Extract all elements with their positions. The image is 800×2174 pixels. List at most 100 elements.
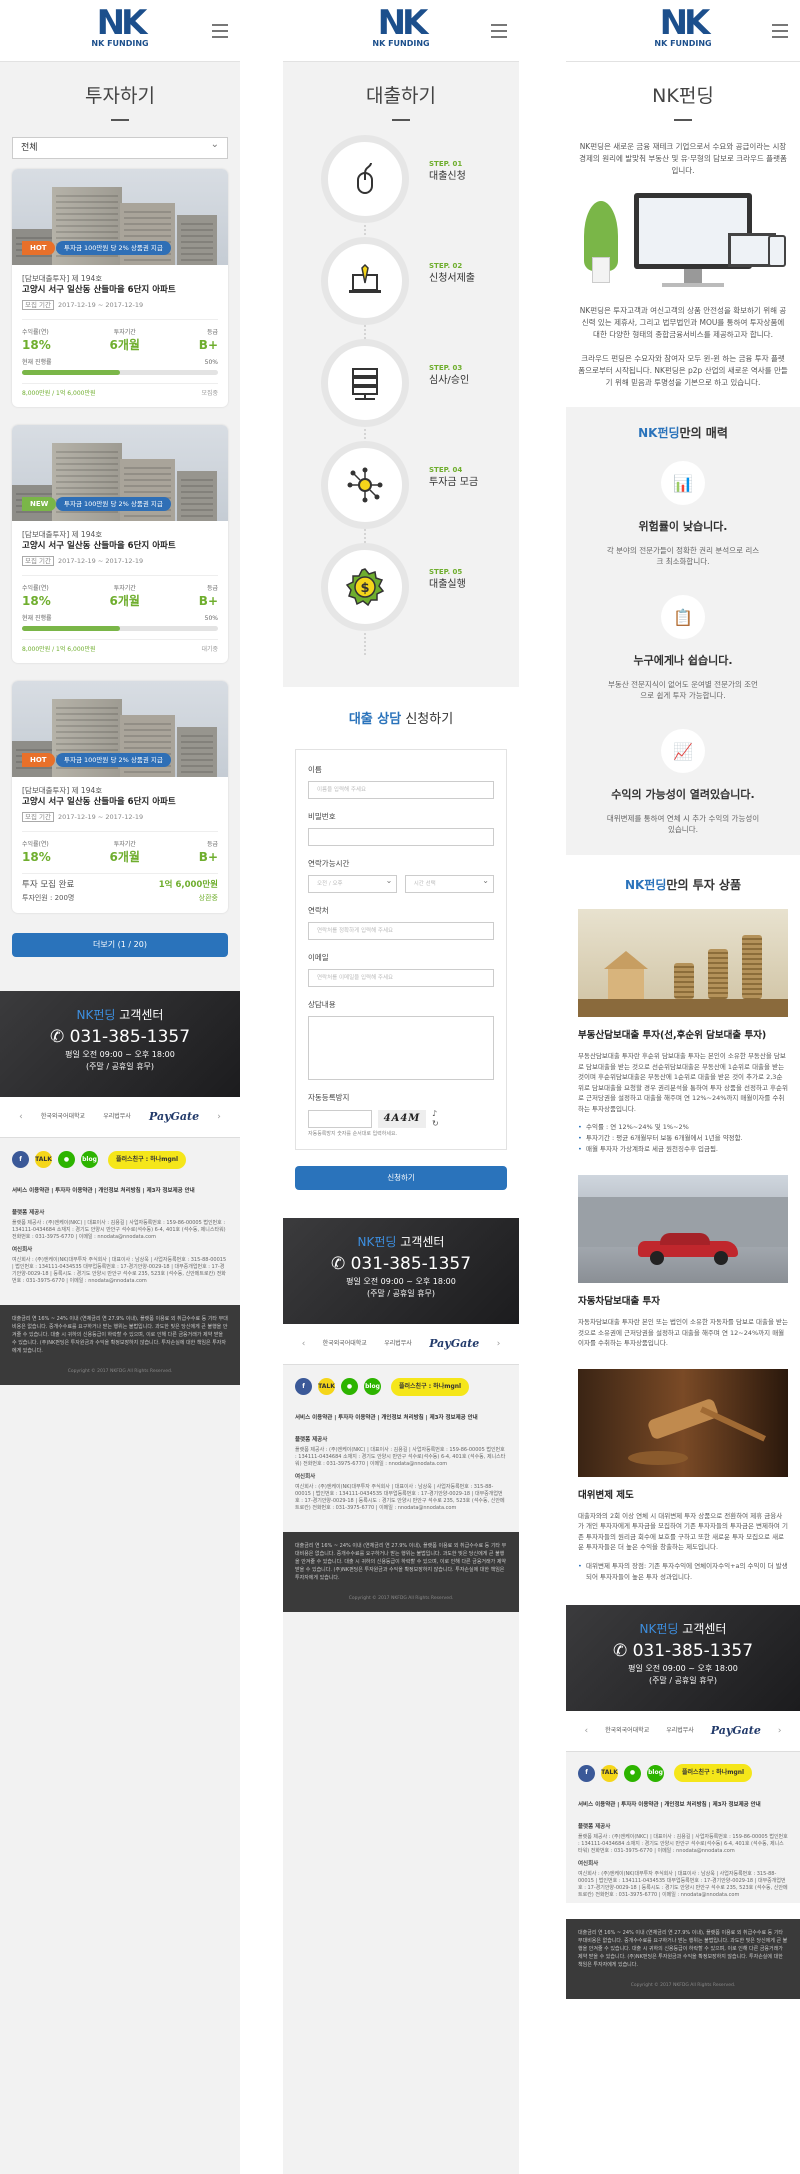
filter-select[interactable]: 전체 [12, 135, 228, 159]
product-desc: 부동산담보대출 투자란 후순위 담보대출 투자는 본인이 소유한 부동산을 담보… [578, 1052, 788, 1113]
submit-button[interactable]: 신청하기 [295, 1166, 507, 1190]
header: NK NK FUNDING [283, 0, 519, 62]
contact-time-label: 연락가능시간 [308, 859, 350, 868]
copyright: Copyright © 2017 NKFDG All Rights Reserv… [283, 1592, 519, 1612]
product-period: 모집 기간 2017-12-19 ~ 2017-12-19 [22, 811, 218, 823]
product-period: 모집 기간 2017-12-19 ~ 2017-12-19 [22, 299, 218, 311]
menu-icon[interactable] [491, 24, 507, 42]
header: NK NK FUNDING [566, 0, 800, 62]
logo[interactable]: NK NK FUNDING [91, 6, 148, 50]
logo[interactable]: NK NK FUNDING [372, 3, 429, 50]
loan-steps: STEP. 01 대출신청 STEP. 02 신청서제출 STEP. 03 심사/승인… [283, 135, 519, 675]
rate-value: 18% [22, 594, 51, 608]
page-title: 대출하기 [366, 85, 436, 107]
consult-title: 대출 상담 신청하기 [348, 712, 454, 727]
cs-phone[interactable]: ✆ 031-385-1357 [0, 1025, 240, 1049]
captcha-input[interactable] [308, 1110, 372, 1128]
partner-slider: ‹ 한국외국어대학교 우리법무사 PayGate › [566, 1710, 800, 1751]
investor-count: 투자인원 : 200명 상환중 [22, 892, 218, 905]
product-photo: HOT 투자금 100만원 당 2% 상품권 지급 [12, 681, 228, 777]
hot-badge: HOT [22, 241, 55, 255]
name-input[interactable]: 이름을 입력해 주세요 [308, 781, 494, 799]
laptop-pen-icon [321, 237, 409, 325]
blog-icon[interactable]: blog [364, 1378, 381, 1395]
step-label: 대출신청 [429, 171, 466, 182]
page-title: 투자하기 [85, 85, 155, 107]
step-label: 투자금 모금 [429, 477, 479, 488]
chevron-left-icon[interactable]: ‹ [302, 1339, 306, 1349]
customer-center: NK펀딩 고객센터 ✆ 031-385-1357 평일 오전 09:00 ~ 오… [283, 1218, 519, 1324]
features-section: NK펀딩만의 매력 📊 위험률이 낮습니다. 각 분야의 전문가들이 정확한 권리 … [566, 407, 800, 855]
footer-links[interactable]: 서비스 이용약관 | 투자자 이용약관 | 개인정보 처리방침 | 제3자 정보… [283, 1408, 519, 1427]
product-card[interactable]: HOT 투자금 100만원 당 2% 상품권 지급 [담보대출투자] 제 194호… [12, 169, 228, 407]
chevron-right-icon[interactable]: › [778, 1726, 782, 1736]
refresh-icon[interactable]: ↻ [432, 1119, 439, 1129]
load-more-button[interactable]: 더보기 (1 / 20) [12, 933, 228, 957]
step-item: STEP. 03 심사/승인 [321, 339, 519, 427]
menu-icon[interactable] [772, 24, 788, 42]
product-card[interactable]: HOT 투자금 100만원 당 2% 상품권 지급 [담보대출투자] 제 194호… [12, 681, 228, 913]
email-input[interactable]: 연락처를 이메일을 입력해 주세요 [308, 969, 494, 987]
phone-input[interactable]: 연락처를 정확하게 입력해 주세요 [308, 922, 494, 940]
facebook-icon[interactable]: f [295, 1378, 312, 1395]
status-badge: 대기중 [201, 646, 218, 653]
footer-links[interactable]: 서비스 이용약관 | 투자자 이용약관 | 개인정보 처리방침 | 제3자 정보… [0, 1181, 240, 1200]
kakao-icon[interactable]: TALK [35, 1151, 52, 1168]
kakao-icon[interactable]: TALK [601, 1764, 618, 1782]
cs-phone[interactable]: ✆ 031-385-1357 [283, 1252, 519, 1276]
chevron-right-icon[interactable]: › [497, 1339, 501, 1349]
blog-icon[interactable]: blog [647, 1764, 664, 1782]
plus-friend-button[interactable]: 플러스친구 : 하나mgnl [108, 1150, 187, 1169]
product-list: 부동산담보대출 투자(선,후순위 담보대출 투자) 부동산담보대출 투자란 후순… [566, 909, 800, 1583]
naver-icon[interactable]: ● [341, 1378, 358, 1395]
product-card[interactable]: NEW 투자금 100만원 당 2% 상품권 지급 [담보대출투자] 제 194호… [12, 425, 228, 663]
password-label: 비밀번호 [308, 812, 336, 821]
ampm-select[interactable]: 오전 / 오후 [308, 873, 398, 893]
promo-ribbon: 투자금 100만원 당 2% 상품권 지급 [56, 241, 171, 255]
customer-center: NK펀딩 고객센터 ✆ 031-385-1357 평일 오전 09:00 ~ 오… [566, 1604, 800, 1711]
plus-friend-button[interactable]: 플러스친구 : 하나mgnl [674, 1764, 753, 1782]
car-image [578, 1175, 788, 1283]
content-textarea[interactable] [308, 1016, 494, 1080]
copyright: Copyright © 2017 NKFDG All Rights Reserv… [0, 1365, 240, 1385]
product-photo: NEW 투자금 100만원 당 2% 상품권 지급 [12, 425, 228, 521]
kakao-icon[interactable]: TALK [318, 1378, 335, 1395]
product-title: 고양시 서구 일산동 산들마을 6단지 아파트 [22, 541, 176, 551]
chevron-left-icon[interactable]: ‹ [19, 1112, 23, 1122]
chart-person-icon: 📊 [661, 461, 705, 505]
chevron-left-icon[interactable]: ‹ [584, 1726, 588, 1736]
plus-friend-button[interactable]: 플러스친구 : 하나mgnl [391, 1377, 470, 1396]
password-input[interactable] [308, 828, 494, 846]
dollar-badge-icon: $ [321, 543, 409, 631]
footer-links[interactable]: 서비스 이용약관 | 투자자 이용약관 | 개인정보 처리방침 | 제3자 정보… [566, 1794, 800, 1814]
feature-item: 📈 수익의 가능성이 열려있습니다. 대위변제를 통하여 연체 시 추가 수익의 가… [566, 729, 800, 835]
status-badge: 모집중 [201, 390, 218, 397]
logo[interactable]: NK NK FUNDING [654, 6, 711, 50]
naver-icon[interactable]: ● [624, 1764, 641, 1782]
blog-icon[interactable]: blog [81, 1151, 98, 1168]
menu-icon[interactable] [212, 24, 228, 42]
facebook-icon[interactable]: f [578, 1764, 595, 1782]
house-coins-image [578, 909, 788, 1017]
cs-phone[interactable]: ✆ 031-385-1357 [566, 1639, 800, 1663]
intro-paragraph: 크라우드 펀딩은 수요자와 참여자 모두 윈-윈 하는 금융 투자 플랫폼으로부… [578, 354, 788, 387]
audio-icon[interactable]: ♪ [432, 1109, 439, 1119]
captcha-image: 4A4M [378, 1110, 426, 1128]
feature-item: 📋 누구에게나 쉽습니다. 부동산 전문지식이 없어도 운여별 전문가의 조언으로 … [566, 595, 800, 701]
growth-coins-icon: 📈 [661, 729, 705, 773]
product-bullets: 대위변제 투자의 장점: 기존 투자수익에 연체이자수익+a의 수익이 더 발생… [578, 1561, 788, 1583]
consult-section: 대출 상담 신청하기 이름 이름을 입력해 주세요 비밀번호 연락가능시간 오전… [283, 687, 519, 1218]
server-icon [321, 339, 409, 427]
amount-row: 8,000만원 / 1억 6,000만원 모집중 [22, 383, 218, 399]
naver-icon[interactable]: ● [58, 1151, 75, 1168]
grade-value: B+ [198, 594, 218, 608]
facebook-icon[interactable]: f [12, 1151, 29, 1168]
chevron-right-icon[interactable]: › [217, 1112, 221, 1122]
logo-mark: NK [377, 3, 429, 43]
product-desc: 대출자와의 2회 이상 연체 시 대위변제 투자 상품으로 전환하여 제휴 금융… [578, 1511, 788, 1552]
social-links: f TALK ● blog 플러스친구 : 하나mgnl [283, 1364, 519, 1408]
product-stats: 수익률(연) 18% 투자기간 6개월 등급 B+ [22, 319, 218, 353]
step-label: 심사/승인 [429, 375, 470, 386]
header: NK NK FUNDING [0, 0, 240, 62]
hour-select[interactable]: 시간 선택 [404, 873, 494, 893]
